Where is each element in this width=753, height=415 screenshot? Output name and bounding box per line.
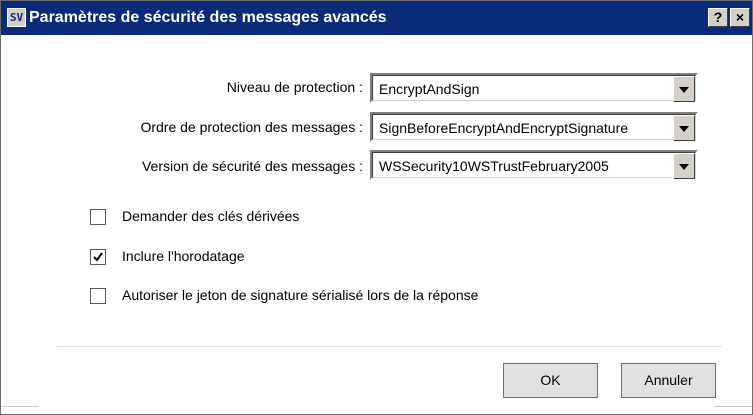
- dialog-title: Paramètres de sécurité des messages avan…: [29, 9, 387, 26]
- bottom-left-edge: [1, 406, 39, 415]
- close-button[interactable]: ×: [730, 8, 750, 27]
- ok-button[interactable]: OK: [503, 363, 598, 398]
- bottom-right-edge: [714, 406, 752, 415]
- security-version-value: WSSecurity10WSTrustFebruary2005: [379, 158, 609, 174]
- protection-level-select[interactable]: EncryptAndSign: [370, 73, 698, 103]
- app-icon: SV: [7, 8, 26, 27]
- protection-order-label: Ordre de protection des messages :: [140, 119, 363, 135]
- dropdown-arrow-icon: [679, 87, 689, 93]
- checkmark-icon: [93, 252, 103, 262]
- protection-order-select[interactable]: SignBeforeEncryptAndEncryptSignature: [370, 112, 698, 142]
- close-icon: ×: [735, 9, 745, 25]
- derived-keys-label[interactable]: Demander des clés dérivées: [122, 208, 299, 224]
- serialized-token-label[interactable]: Autoriser le jeton de signature sérialis…: [122, 287, 478, 303]
- derived-keys-checkbox[interactable]: [90, 209, 106, 225]
- protection-order-dropdown-button[interactable]: [673, 115, 695, 141]
- security-version-dropdown-button[interactable]: [673, 153, 695, 179]
- protection-level-dropdown-button[interactable]: [673, 76, 695, 102]
- protection-level-value: EncryptAndSign: [379, 81, 480, 97]
- dialog-window: SV Paramètres de sécurité des messages a…: [0, 0, 753, 415]
- cancel-button[interactable]: Annuler: [621, 363, 716, 398]
- dropdown-arrow-icon: [679, 164, 689, 170]
- title-bar[interactable]: SV Paramètres de sécurité des messages a…: [1, 1, 752, 35]
- help-icon: ?: [713, 9, 723, 25]
- separator: [57, 346, 722, 347]
- protection-level-label: Niveau de protection :: [226, 79, 363, 95]
- dropdown-arrow-icon: [679, 126, 689, 132]
- protection-order-value: SignBeforeEncryptAndEncryptSignature: [379, 120, 629, 136]
- timestamp-checkbox[interactable]: [90, 249, 106, 265]
- help-button[interactable]: ?: [708, 8, 728, 27]
- serialized-token-checkbox[interactable]: [90, 288, 106, 304]
- security-version-select[interactable]: WSSecurity10WSTrustFebruary2005: [370, 150, 698, 180]
- timestamp-label[interactable]: Inclure l'horodatage: [122, 248, 245, 264]
- security-version-label: Version de sécurité des messages :: [141, 158, 363, 174]
